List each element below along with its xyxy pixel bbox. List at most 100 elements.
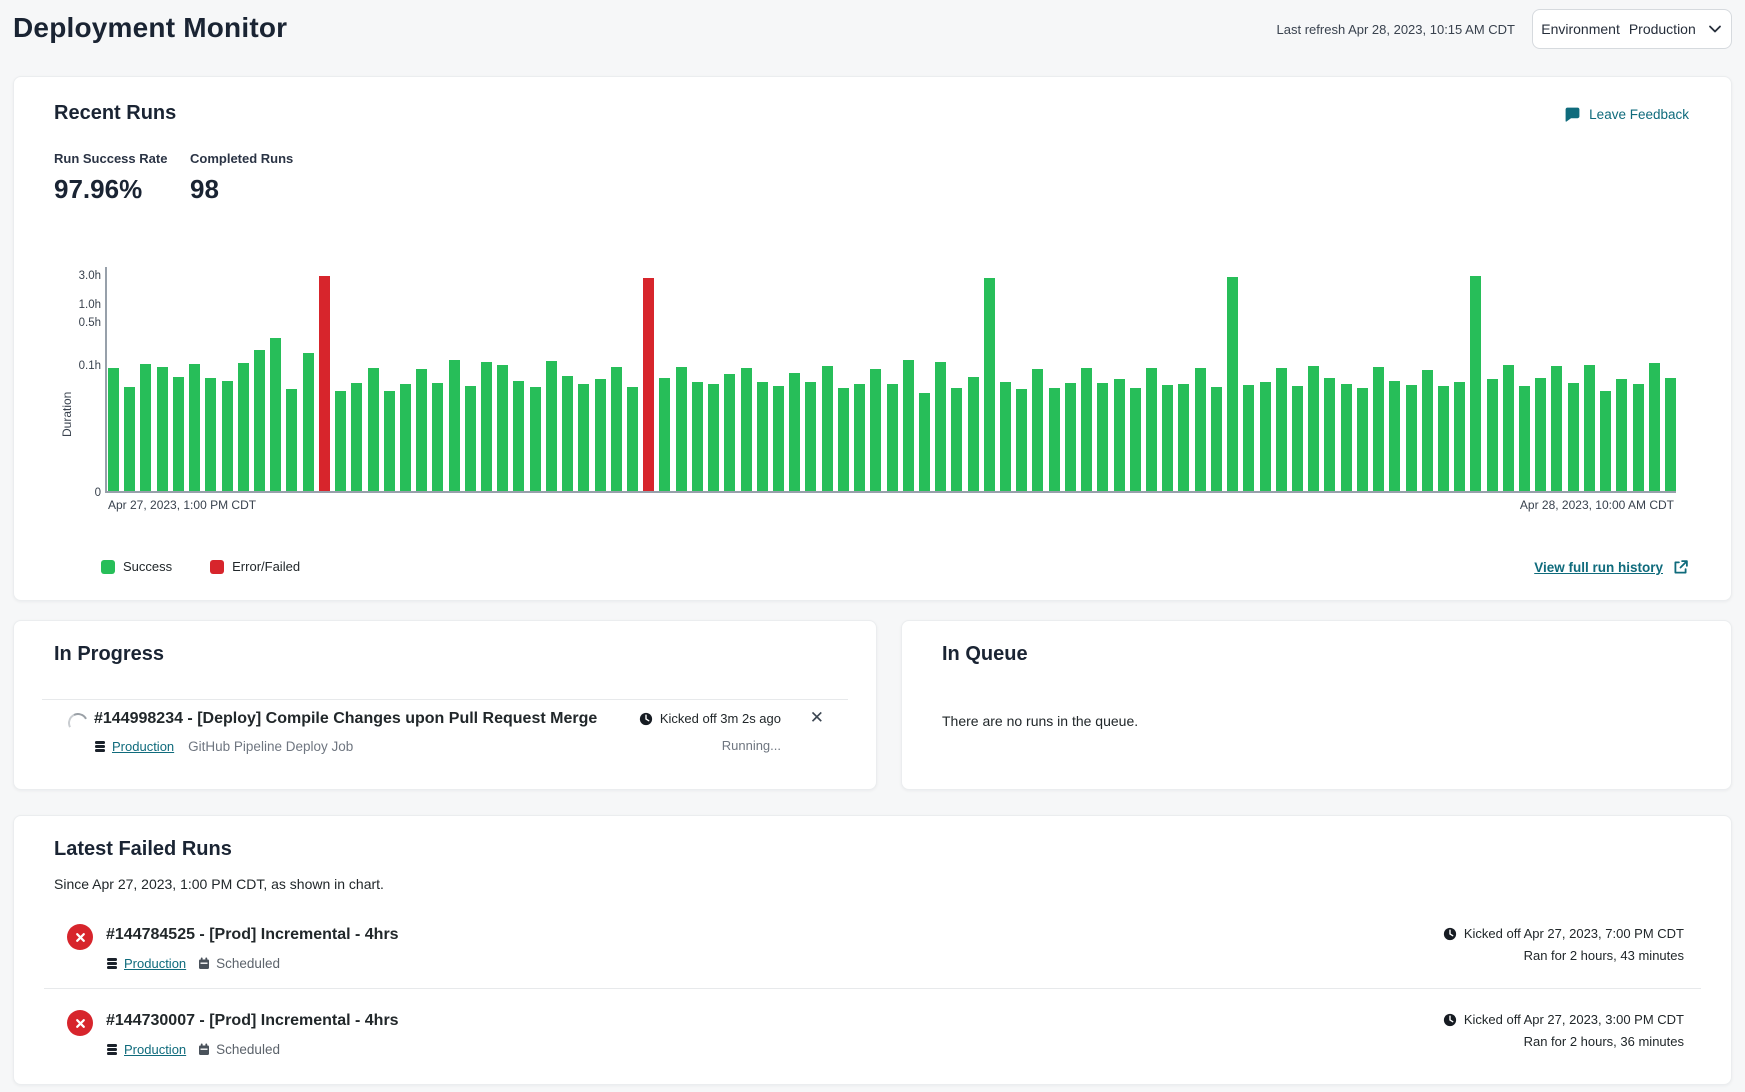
chart-bar-success[interactable] <box>1341 384 1352 491</box>
chart-bar-success[interactable] <box>1357 388 1368 491</box>
close-icon[interactable]: ✕ <box>810 709 824 726</box>
chart-bar-success[interactable] <box>1633 384 1644 491</box>
chart-bar-success[interactable] <box>1551 366 1562 491</box>
chart-bar-success[interactable] <box>173 377 184 491</box>
chart-bar-success[interactable] <box>465 386 476 491</box>
view-full-run-history-link[interactable]: View full run history <box>1534 559 1689 576</box>
chart-bar-success[interactable] <box>254 350 265 491</box>
chart-bar-success[interactable] <box>286 389 297 491</box>
chart-bar-success[interactable] <box>1535 378 1546 491</box>
environment-link[interactable]: Production <box>106 956 186 971</box>
chart-bar-success[interactable] <box>303 353 314 491</box>
chart-bar-success[interactable] <box>1260 382 1271 491</box>
chart-bar-success[interactable] <box>384 391 395 491</box>
chart-bar-success[interactable] <box>595 379 606 491</box>
chart-bar-success[interactable] <box>513 381 524 491</box>
chart-bar-success[interactable] <box>1584 365 1595 491</box>
chart-bar-success[interactable] <box>659 378 670 491</box>
chart-bar-success[interactable] <box>1649 363 1660 491</box>
chart-bar-success[interactable] <box>1032 369 1043 491</box>
chart-bar-success[interactable] <box>1000 382 1011 491</box>
chart-bar-success[interactable] <box>822 366 833 491</box>
chart-bar-success[interactable] <box>903 360 914 491</box>
chart-bar-success[interactable] <box>1470 276 1481 491</box>
chart-bar-success[interactable] <box>741 368 752 491</box>
chart-bar-failed[interactable] <box>319 276 330 491</box>
chart-bar-success[interactable] <box>238 363 249 491</box>
chart-bar-success[interactable] <box>562 376 573 491</box>
leave-feedback-button[interactable]: Leave Feedback <box>1564 106 1689 123</box>
chart-bar-success[interactable] <box>1016 389 1027 491</box>
environment-link[interactable]: Production <box>106 1042 186 1057</box>
chart-bar-success[interactable] <box>984 278 995 491</box>
chart-bar-success[interactable] <box>578 384 589 491</box>
chart-bar-success[interactable] <box>1373 367 1384 491</box>
chart-bar-success[interactable] <box>838 388 849 491</box>
chart-bar-success[interactable] <box>108 368 119 491</box>
chart-bar-success[interactable] <box>1406 385 1417 491</box>
chart-bar-success[interactable] <box>1195 368 1206 491</box>
chart-bar-success[interactable] <box>1227 277 1238 491</box>
chart-bar-success[interactable] <box>1616 379 1627 491</box>
chart-bar-success[interactable] <box>1665 378 1676 491</box>
chart-bar-success[interactable] <box>676 367 687 491</box>
chart-bar-success[interactable] <box>351 383 362 491</box>
chart-bar-success[interactable] <box>1519 386 1530 491</box>
chart-bar-success[interactable] <box>432 383 443 491</box>
chart-bar-success[interactable] <box>724 374 735 491</box>
chart-bar-success[interactable] <box>1211 387 1222 491</box>
chart-bar-success[interactable] <box>1308 366 1319 491</box>
chart-bar-success[interactable] <box>789 373 800 491</box>
chart-bar-success[interactable] <box>449 360 460 491</box>
chart-bar-success[interactable] <box>530 387 541 491</box>
chart-bar-success[interactable] <box>1097 383 1108 491</box>
chart-bar-success[interactable] <box>1162 385 1173 491</box>
chart-bar-success[interactable] <box>189 364 200 491</box>
chart-bar-success[interactable] <box>708 384 719 491</box>
chart-bar-success[interactable] <box>1600 391 1611 491</box>
chart-bar-success[interactable] <box>124 387 135 491</box>
chart-bar-success[interactable] <box>935 362 946 491</box>
chart-bar-success[interactable] <box>1178 384 1189 491</box>
chart-bar-success[interactable] <box>1503 365 1514 491</box>
chart-bar-success[interactable] <box>1389 381 1400 491</box>
chart-bar-success[interactable] <box>692 382 703 491</box>
chart-bar-success[interactable] <box>1292 386 1303 491</box>
chart-bar-success[interactable] <box>968 377 979 491</box>
chart-bar-success[interactable] <box>1130 388 1141 491</box>
chart-bar-success[interactable] <box>335 391 346 491</box>
chart-bar-success[interactable] <box>805 382 816 491</box>
chart-bar-success[interactable] <box>1324 378 1335 491</box>
chart-bar-success[interactable] <box>400 384 411 491</box>
chart-bar-success[interactable] <box>368 368 379 491</box>
chart-bar-success[interactable] <box>1276 368 1287 491</box>
environment-dropdown[interactable]: Environment Production <box>1532 9 1732 49</box>
chart-bar-success[interactable] <box>546 361 557 491</box>
chart-bar-success[interactable] <box>1422 370 1433 491</box>
chart-bar-success[interactable] <box>919 393 930 491</box>
chart-bar-success[interactable] <box>1568 383 1579 491</box>
chart-bar-success[interactable] <box>1454 382 1465 491</box>
chart-bar-success[interactable] <box>1049 388 1060 491</box>
chart-bar-success[interactable] <box>1065 383 1076 491</box>
chart-bar-success[interactable] <box>222 381 233 491</box>
environment-link[interactable]: Production <box>94 739 174 754</box>
chart-bar-success[interactable] <box>854 384 865 491</box>
chart-bar-success[interactable] <box>481 362 492 491</box>
chart-bar-success[interactable] <box>870 369 881 491</box>
chart-bar-success[interactable] <box>140 364 151 491</box>
chart-bar-success[interactable] <box>757 382 768 491</box>
chart-bar-success[interactable] <box>270 338 281 491</box>
chart-bar-success[interactable] <box>157 367 168 491</box>
chart-bar-failed[interactable] <box>643 278 654 491</box>
chart-bar-success[interactable] <box>1081 368 1092 491</box>
chart-bar-success[interactable] <box>1487 379 1498 491</box>
chart-bar-success[interactable] <box>1438 386 1449 491</box>
chart-bar-success[interactable] <box>497 365 508 491</box>
chart-bar-success[interactable] <box>1146 368 1157 491</box>
chart-bar-success[interactable] <box>627 387 638 491</box>
chart-plot[interactable] <box>108 261 1676 491</box>
chart-bar-success[interactable] <box>416 369 427 491</box>
chart-bar-success[interactable] <box>1114 379 1125 491</box>
chart-bar-success[interactable] <box>1243 385 1254 491</box>
